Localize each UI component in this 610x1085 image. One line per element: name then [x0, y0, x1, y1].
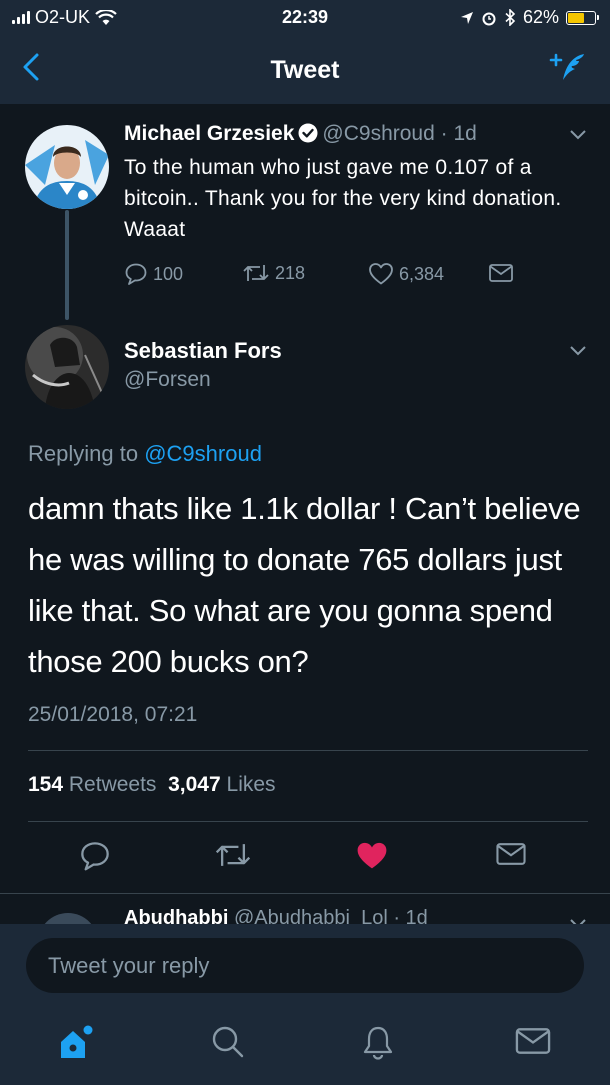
parent-avatar[interactable] — [25, 125, 109, 209]
avatar-image — [25, 325, 109, 409]
parent-retweet-count: 218 — [275, 262, 306, 283]
verified-badge-icon — [298, 123, 318, 143]
replying-to-prefix: Replying to — [28, 441, 139, 466]
home-icon — [61, 1025, 93, 1058]
next-reply-age: 1d — [405, 907, 428, 925]
thread-line — [65, 210, 69, 320]
envelope-icon — [489, 264, 513, 282]
heart-icon — [369, 263, 393, 285]
notifications-icon — [363, 1026, 393, 1060]
parent-like-count: 6,384 — [399, 263, 445, 284]
parent-dm-button[interactable] — [488, 262, 514, 284]
compose-tweet-icon — [549, 53, 584, 80]
bottom-bar: Tweet your reply — [0, 924, 610, 1085]
parent-like-button[interactable]: 6,384 — [368, 262, 444, 286]
compose-button[interactable] — [548, 50, 588, 91]
location-icon — [460, 11, 473, 24]
heart-filled-icon — [357, 842, 387, 869]
retweet-button[interactable] — [214, 840, 252, 875]
replying-to: Replying to @C9shroud — [28, 441, 262, 467]
main-author-handle[interactable]: @Forsen — [124, 368, 211, 392]
reply-input[interactable]: Tweet your reply — [26, 938, 584, 993]
retweet-count[interactable]: 154 — [28, 773, 63, 796]
retweet-icon — [215, 844, 251, 866]
parent-reply-button[interactable]: 100 — [124, 262, 183, 286]
status-bar: O2-UK 22:39 62% — [0, 0, 610, 36]
parent-tweet-age: 1d — [453, 122, 477, 145]
envelope-icon — [496, 843, 526, 865]
next-reply-peek[interactable]: Abudhabbi @Abudhabbi_Lol · 1d — [0, 895, 610, 925]
main-avatar[interactable] — [25, 325, 109, 409]
messages-icon — [515, 1028, 551, 1054]
battery-percent: 62% — [522, 7, 559, 27]
like-button[interactable] — [355, 840, 389, 877]
parent-author-handle[interactable]: @C9shroud — [322, 122, 434, 145]
parent-tweet-text: To the human who just gave me 0.107 of a… — [124, 156, 562, 241]
retweet-icon — [243, 265, 269, 281]
next-reply-author-handle: @Abudhabbi_Lol — [234, 907, 388, 925]
parent-reply-count: 100 — [153, 263, 184, 284]
tweet-stats: 154 Retweets 3,047 Likes — [28, 773, 276, 797]
next-reply-header: Abudhabbi @Abudhabbi_Lol · 1d — [124, 907, 428, 925]
bluetooth-icon — [505, 9, 516, 26]
tab-messages[interactable] — [514, 1024, 552, 1063]
parent-retweet-button[interactable]: 218 — [242, 262, 305, 284]
parent-tweet-header: Michael Grzesiek @C9shroud · 1d — [124, 122, 477, 146]
tab-search[interactable] — [210, 1024, 246, 1065]
main-tweet-text: damn thats like 1.1k dollar ! Can’t beli… — [28, 491, 581, 679]
alarm-icon — [482, 12, 496, 25]
like-count[interactable]: 3,047 — [168, 773, 221, 796]
divider — [0, 893, 610, 894]
meta-separator: · — [440, 122, 448, 145]
divider — [28, 750, 588, 751]
page-title: Tweet — [270, 56, 340, 84]
reply-icon — [81, 842, 109, 871]
search-icon — [212, 1026, 244, 1058]
main-author-name[interactable]: Sebastian Fors — [124, 338, 282, 364]
main-tweet-menu-chevron-icon[interactable] — [568, 344, 588, 358]
reply-icon — [125, 263, 147, 285]
battery-icon — [566, 10, 599, 25]
parent-author-name[interactable]: Michael Grzesiek — [124, 122, 294, 145]
nav-bar: Tweet — [0, 36, 610, 104]
next-reply-author-name: Abudhabbi — [124, 907, 229, 925]
avatar-image — [25, 125, 109, 209]
tweet-timestamp: 25/01/2018, 07:21 — [28, 703, 198, 726]
retweet-label[interactable]: Retweets — [69, 773, 157, 796]
reply-button[interactable] — [79, 840, 111, 877]
dm-button[interactable] — [495, 840, 527, 873]
replying-to-link[interactable]: @C9shroud — [144, 441, 262, 466]
divider — [28, 821, 588, 822]
tab-notifications[interactable] — [360, 1024, 396, 1065]
like-label[interactable]: Likes — [227, 773, 276, 796]
parent-tweet-menu-chevron-icon[interactable] — [568, 128, 588, 142]
tab-home[interactable] — [56, 1024, 96, 1067]
